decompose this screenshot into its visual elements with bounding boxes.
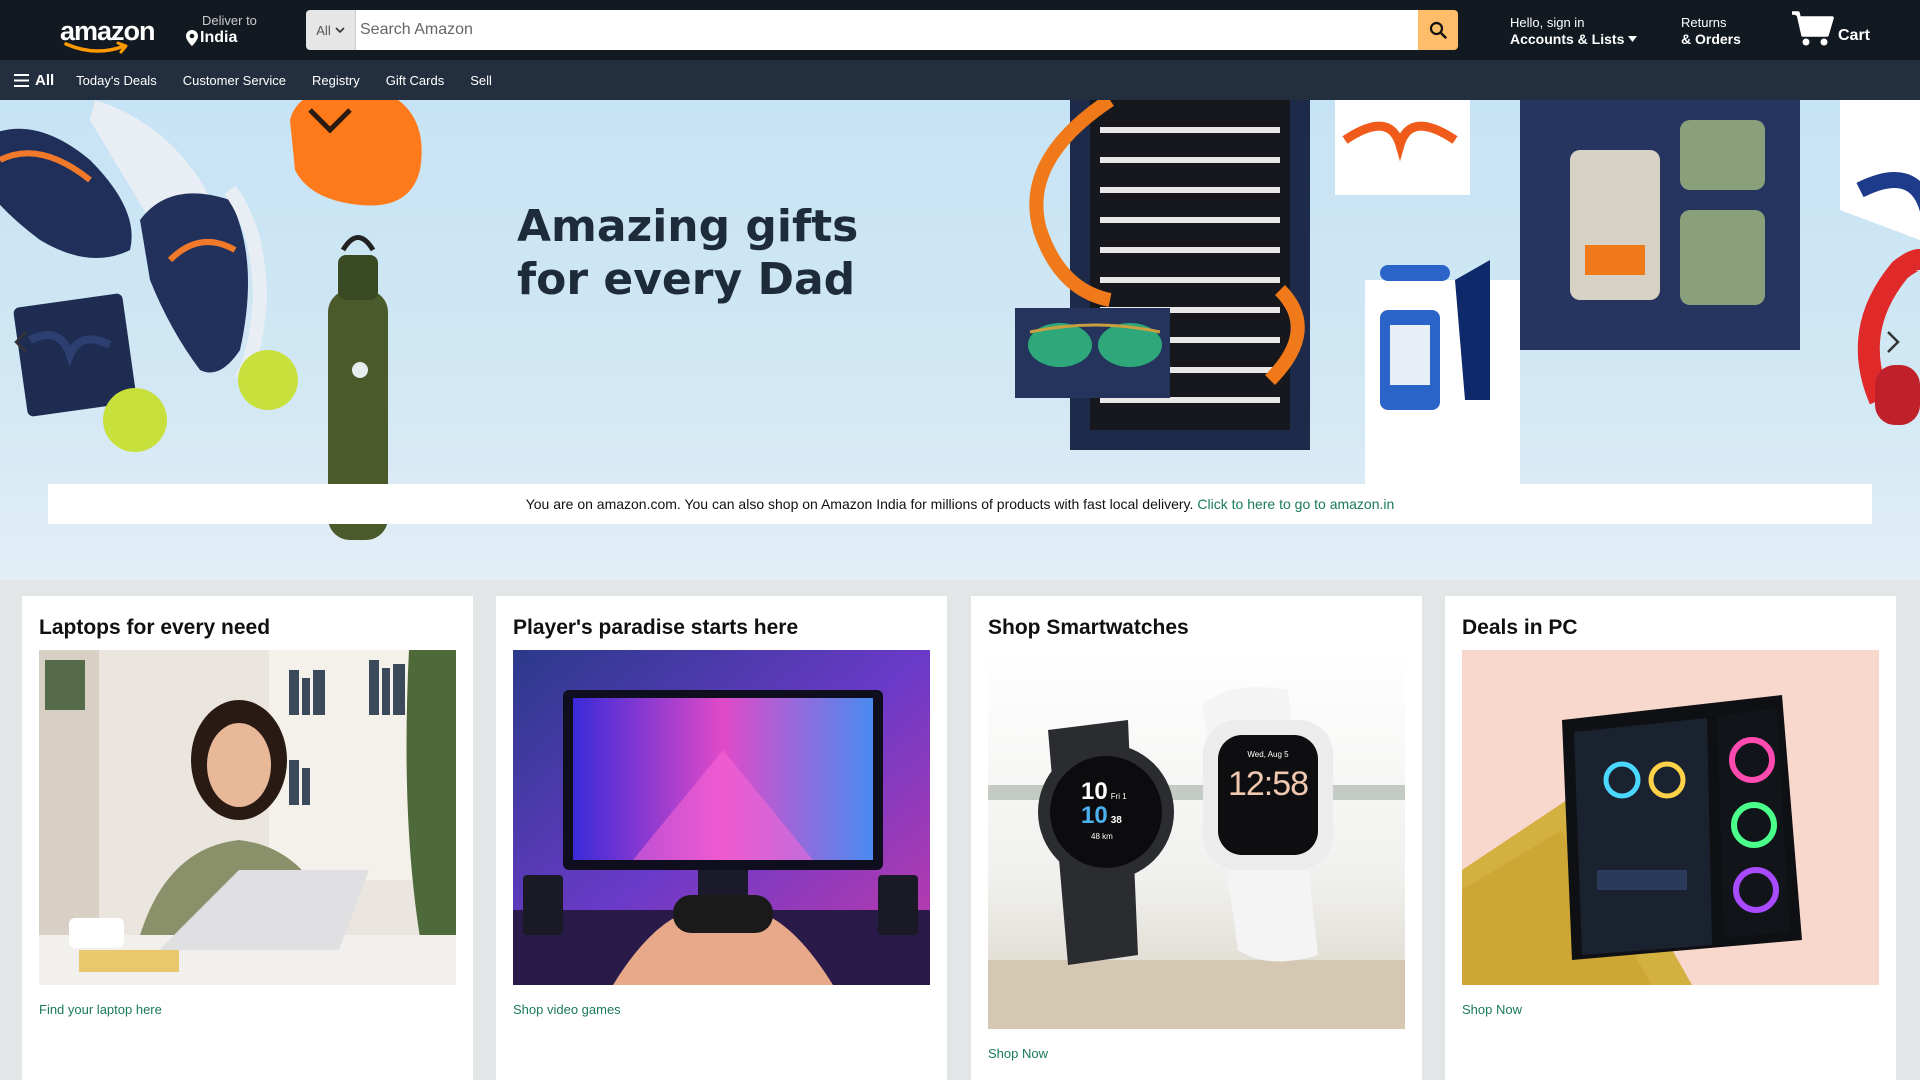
- notice-text: You are on amazon.com. You can also shop…: [525, 496, 1194, 512]
- hero-headline: Amazing gifts for every Dad: [517, 200, 858, 306]
- secondary-navbar: All Today's Deals Customer Service Regis…: [0, 60, 1920, 100]
- nav-link-customer-service[interactable]: Customer Service: [183, 73, 286, 88]
- card-link-shop-pc[interactable]: Shop Now: [1462, 1002, 1879, 1017]
- chevron-right-icon[interactable]: [1886, 330, 1900, 354]
- card-link-shop-video-games[interactable]: Shop video games: [513, 1002, 930, 1017]
- accounts-and-lists[interactable]: Hello, sign in Accounts & Lists: [1510, 15, 1638, 47]
- hero-banner[interactable]: Amazing gifts for every Dad You are on a…: [0, 100, 1920, 580]
- search-bar: All: [306, 10, 1458, 50]
- card-title: Laptops for every need: [39, 616, 271, 639]
- watch-left-face: 10 Fri 1 10 38 48 km: [1081, 778, 1151, 841]
- watch-left-distance: 48 km: [1091, 832, 1113, 841]
- deliver-location: India: [200, 29, 238, 46]
- watch-right-face: Wed, Aug 5 12:58: [1220, 750, 1316, 804]
- search-input[interactable]: [356, 10, 1418, 50]
- orange-cap-image: [290, 100, 422, 206]
- card-pc-deals: Deals in PC Shop Now: [1445, 596, 1896, 1080]
- card-laptops: Laptops for every need Find your laptop …: [22, 596, 473, 1080]
- all-menu-label: All: [35, 71, 55, 89]
- watch-left-date: Fri 1: [1110, 792, 1127, 801]
- logo-smile-icon: [64, 41, 128, 54]
- chevron-down-icon: [335, 26, 345, 33]
- deliver-label: Deliver to: [202, 13, 257, 28]
- international-notice-banner: You are on amazon.com. You can also shop…: [48, 484, 1872, 524]
- deliver-to-location[interactable]: Deliver to India: [186, 13, 257, 47]
- all-menu-button[interactable]: All: [14, 72, 54, 89]
- card-image-laptop-woman[interactable]: [39, 650, 456, 985]
- location-pin-icon: [186, 30, 198, 46]
- orders-label: & Orders: [1681, 31, 1741, 47]
- hamburger-icon: [14, 73, 29, 87]
- top-navbar: amazon Deliver to India All Hello, sign …: [0, 0, 1920, 60]
- search-button[interactable]: [1418, 10, 1458, 50]
- account-greeting: Hello, sign in: [1510, 15, 1585, 30]
- card-image-gaming-pc[interactable]: [1462, 650, 1879, 985]
- hero-headline-line1: Amazing gifts: [517, 201, 859, 252]
- card-smartwatches: Shop Smartwatches 10 Fri 1 10 38 48 km W…: [971, 596, 1422, 1080]
- headphones-image: [1840, 100, 1920, 425]
- card-title: Player's paradise starts here: [513, 616, 799, 639]
- account-label: Accounts & Lists: [1510, 31, 1625, 47]
- sunglasses-image: [1015, 308, 1170, 398]
- watch-left-minute: 10: [1081, 802, 1108, 829]
- card-video-games: Player's paradise starts here Shop video…: [496, 596, 947, 1080]
- nav-link-sell[interactable]: Sell: [470, 73, 492, 88]
- search-icon: [1429, 21, 1447, 39]
- nav-link-todays-deals[interactable]: Today's Deals: [76, 73, 157, 88]
- card-link-shop-smartwatches[interactable]: Shop Now: [988, 1046, 1405, 1061]
- watch-left-seconds: 38: [1110, 815, 1122, 826]
- coffee-and-mugs-image: [1520, 100, 1800, 350]
- returns-and-orders[interactable]: Returns & Orders: [1681, 15, 1741, 47]
- hero-headline-line2: for every Dad: [517, 254, 856, 305]
- nav-link-gift-cards[interactable]: Gift Cards: [386, 73, 445, 88]
- watch-right-time: 12:58: [1227, 765, 1309, 803]
- notice-link-amazon-in[interactable]: Click to here to go to amazon.in: [1197, 496, 1394, 512]
- card-link-find-laptop[interactable]: Find your laptop here: [39, 1002, 456, 1017]
- amazon-logo[interactable]: amazon: [58, 14, 156, 54]
- caret-down-icon: [1628, 36, 1638, 42]
- tennis-ball-image: [238, 350, 298, 410]
- card-title: Deals in PC: [1462, 616, 1578, 639]
- cart-icon: [1792, 11, 1834, 46]
- cart-label: Cart: [1838, 27, 1871, 44]
- chevron-left-icon[interactable]: [14, 330, 28, 354]
- card-image-smartwatches[interactable]: 10 Fri 1 10 38 48 km Wed, Aug 5 12:58: [988, 650, 1405, 1029]
- search-category-value: All: [316, 22, 331, 38]
- card-title: Shop Smartwatches: [988, 616, 1189, 639]
- grooming-kit-image: [1335, 100, 1520, 495]
- card-image-gaming-setup[interactable]: [513, 650, 930, 985]
- returns-label: Returns: [1681, 15, 1727, 30]
- watch-right-date: Wed, Aug 5: [1247, 750, 1289, 759]
- cart-button[interactable]: Cart: [1790, 10, 1870, 48]
- search-category-select[interactable]: All: [306, 10, 356, 50]
- tennis-ball-image: [103, 388, 167, 452]
- nav-link-registry[interactable]: Registry: [312, 73, 360, 88]
